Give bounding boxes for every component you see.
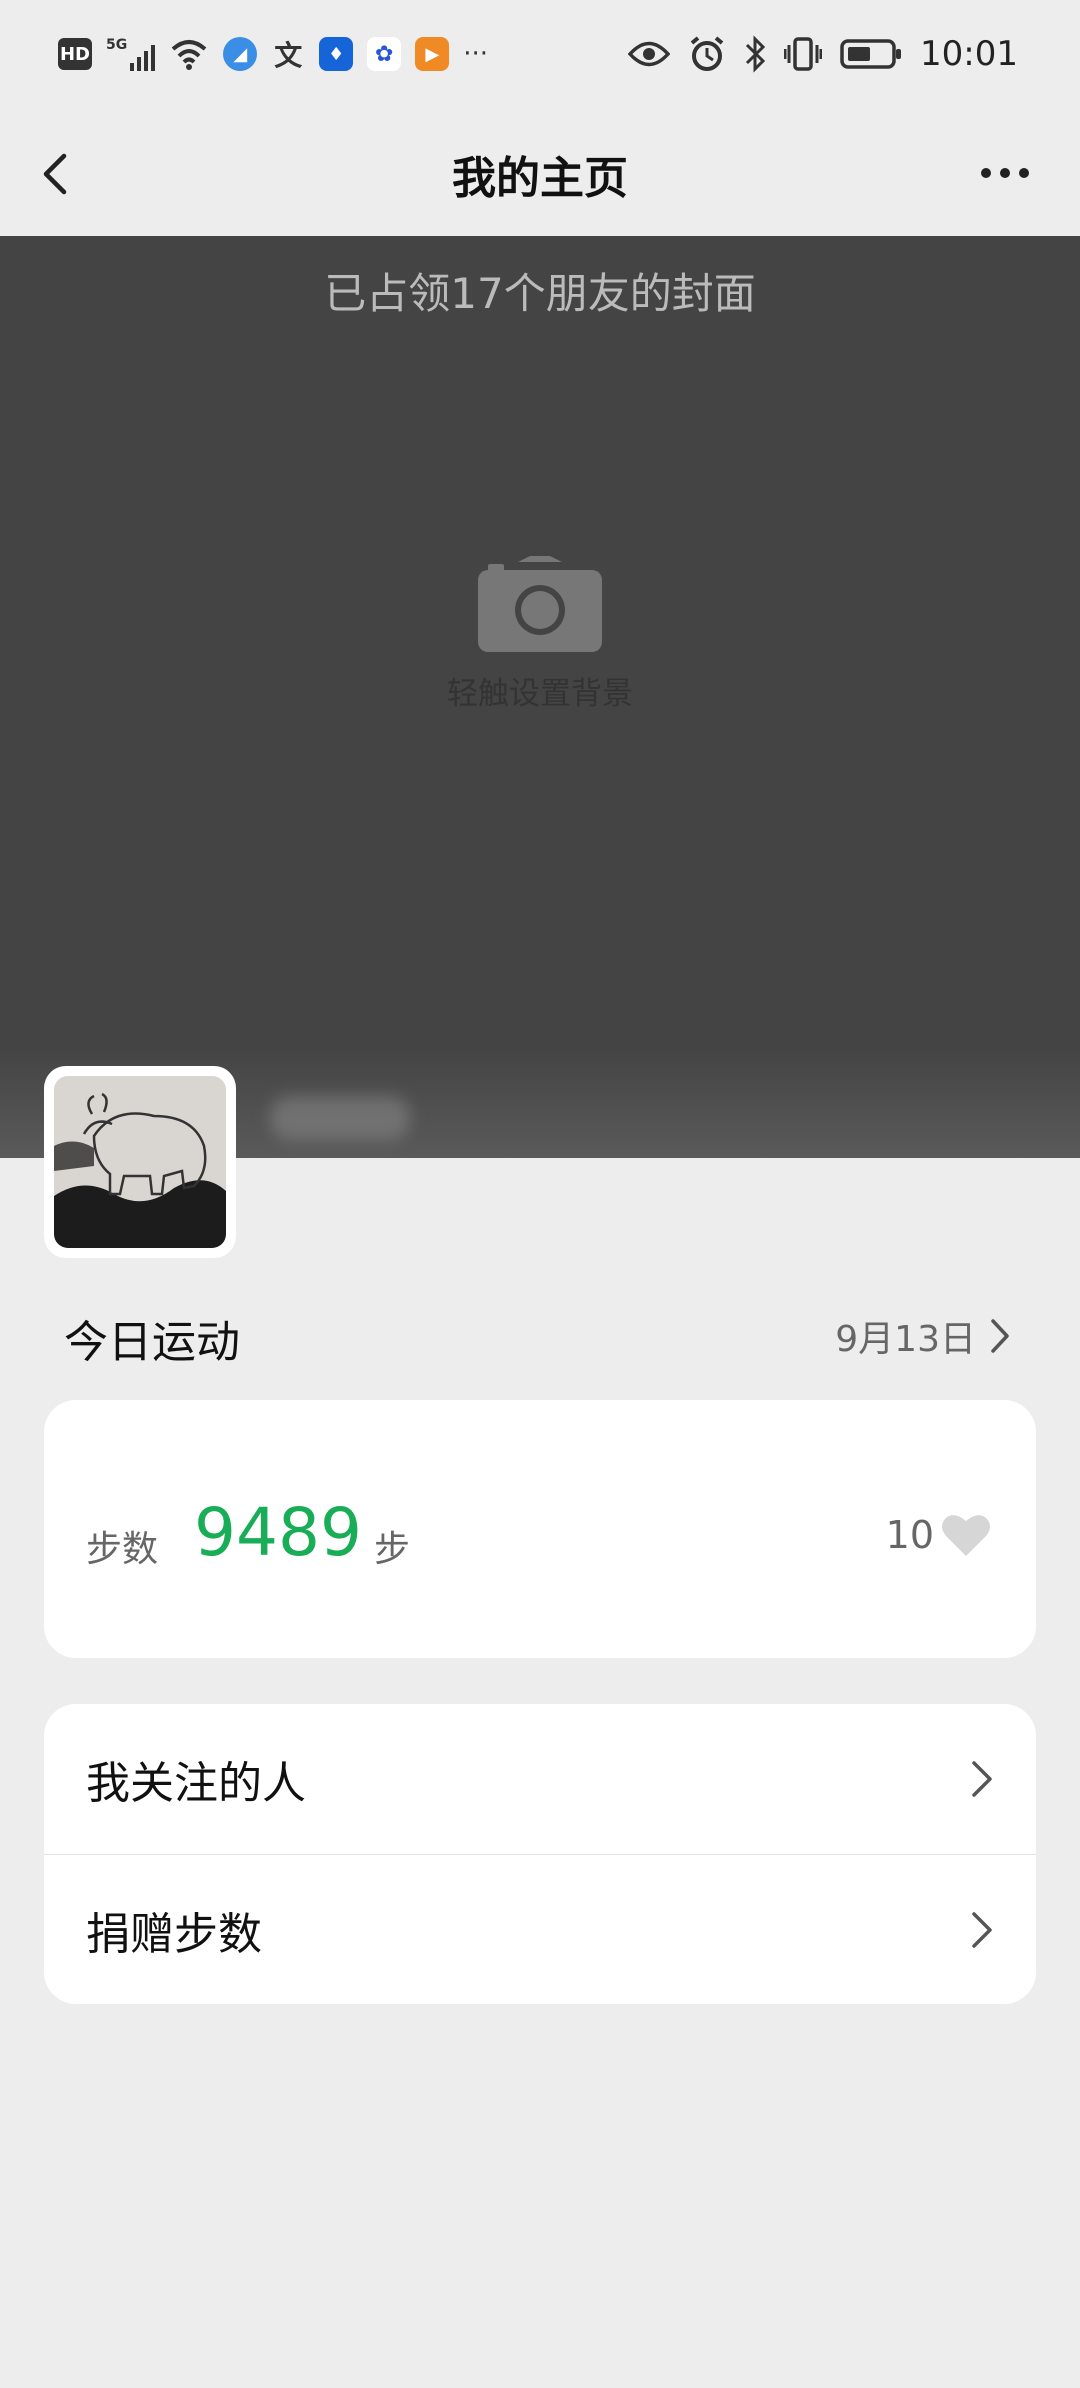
steps-count: 9489	[194, 1494, 362, 1571]
more-options-icon[interactable]	[970, 146, 1040, 200]
avatar-image	[54, 1076, 226, 1248]
more-notifications-icon: ···	[463, 39, 489, 69]
app-notification-icon: ◢	[223, 37, 258, 71]
menu-item-donate-steps[interactable]: 捐赠步数	[44, 1855, 1036, 2004]
clock: 10:01	[920, 34, 1018, 74]
avatar[interactable]	[44, 1066, 236, 1258]
likes-button[interactable]: 10	[886, 1512, 992, 1558]
lightbulb-app-icon: ♦	[319, 37, 354, 71]
menu-item-label: 我关注的人	[86, 1758, 306, 1809]
video-app-icon: ▶	[415, 37, 450, 71]
status-bar: HD 5G ◢ 文 ♦ ✿ ▶ ··· 10:01	[0, 0, 1080, 108]
today-exercise-title: 今日运动	[64, 1317, 240, 1368]
menu-card: 我关注的人 捐赠步数	[44, 1704, 1036, 2004]
baidu-app-icon: ✿	[367, 37, 402, 71]
chevron-right-icon	[972, 1761, 992, 1797]
status-left: HD 5G ◢ 文 ♦ ✿ ▶ ···	[58, 34, 488, 74]
blurred-nickname	[270, 1096, 410, 1140]
cover-occupied-text: 已占领17个朋友的封面	[324, 269, 756, 318]
date-label: 9月13日	[835, 1319, 976, 1360]
vibrate-icon	[784, 37, 823, 71]
page-title: 我的主页	[452, 153, 628, 204]
menu-item-label: 捐赠步数	[86, 1909, 262, 1960]
steps-unit: 步	[374, 1529, 411, 1570]
hd-icon: HD	[58, 38, 92, 70]
chevron-right-icon	[972, 1912, 992, 1948]
set-background-hint[interactable]: 轻触设置背景	[0, 668, 1080, 713]
alarm-icon	[690, 36, 724, 71]
nav-bar: 我的主页	[0, 108, 1080, 236]
heart-icon	[942, 1515, 990, 1556]
date-link[interactable]: 9月13日	[835, 1310, 1010, 1362]
status-right: 10:01	[628, 30, 1018, 78]
translate-app-icon: 文	[274, 39, 303, 72]
bluetooth-icon	[745, 35, 766, 73]
steps-card[interactable]: 步数 9489 步 10	[44, 1400, 1036, 1658]
battery-icon	[840, 39, 902, 69]
menu-item-following[interactable]: 我关注的人	[44, 1704, 1036, 1854]
signal-label: 5G	[106, 37, 128, 53]
wifi-icon	[171, 40, 207, 70]
chevron-right-icon	[991, 1319, 1009, 1353]
cover-background[interactable]: 已占领17个朋友的封面 轻触设置背景	[0, 236, 1080, 1158]
camera-icon[interactable]	[478, 556, 602, 652]
ox-drawing-icon	[54, 1076, 226, 1248]
likes-count: 10	[885, 1513, 934, 1557]
eye-icon	[628, 41, 671, 67]
signal-5g-icon: 5G	[106, 37, 156, 71]
steps-label: 步数	[86, 1529, 159, 1570]
